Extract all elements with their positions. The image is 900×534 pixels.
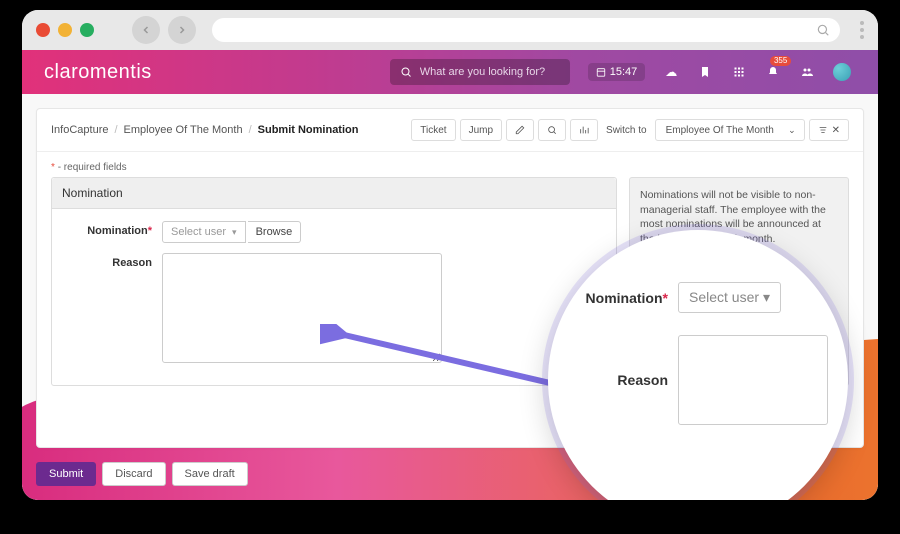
browser-toolbar — [22, 10, 878, 50]
crumb-leaf: Submit Nomination — [258, 124, 359, 136]
reason-textarea[interactable] — [162, 253, 442, 363]
search-icon — [400, 66, 412, 78]
chevron-down-icon: ▾ — [763, 289, 770, 305]
magnifier-reason-label: Reason — [562, 372, 668, 388]
nomination-form-card: Nomination Nomination* Select user ▾ Bro… — [51, 177, 617, 386]
window-close-dot[interactable] — [36, 23, 50, 37]
card-title: Nomination — [52, 178, 616, 209]
nomination-label: Nomination* — [62, 221, 162, 243]
url-bar[interactable] — [212, 18, 840, 42]
save-draft-button[interactable]: Save draft — [172, 462, 248, 486]
stats-button[interactable] — [570, 119, 598, 141]
discard-button[interactable]: Discard — [102, 462, 165, 486]
apps-icon[interactable] — [731, 64, 747, 80]
search-icon — [816, 23, 830, 37]
select-user-dropdown[interactable]: Select user ▾ — [162, 221, 246, 243]
ticket-button[interactable]: Ticket — [411, 119, 455, 141]
chevron-down-icon: ⌄ — [788, 125, 796, 136]
crumb-mid[interactable]: Employee Of The Month — [124, 124, 243, 136]
required-note: * - required fields — [37, 152, 863, 177]
chevron-down-icon: ▾ — [232, 227, 237, 238]
jump-button[interactable]: Jump — [460, 119, 502, 141]
header-search[interactable] — [390, 59, 570, 85]
logo: claromentis — [44, 61, 152, 84]
magnifier-select-user: Select user ▾ — [678, 282, 781, 313]
avatar[interactable] — [833, 63, 851, 81]
cloud-icon[interactable]: ☁ — [663, 64, 679, 80]
breadcrumb: InfoCapture / Employee Of The Month / Su… — [51, 124, 358, 136]
people-icon[interactable] — [799, 64, 815, 80]
notif-badge: 355 — [770, 56, 791, 66]
settings-button[interactable]: ✕ — [809, 119, 849, 141]
magnifier-nomination-label: Nomination* — [562, 290, 668, 306]
switch-to-label: Switch to — [602, 125, 651, 136]
switch-project-select[interactable]: Employee Of The Month⌄ — [655, 119, 805, 141]
forward-button[interactable] — [168, 16, 196, 44]
crumb-root[interactable]: InfoCapture — [51, 124, 108, 136]
calendar-icon — [596, 67, 606, 77]
window-maximize-dot[interactable] — [80, 23, 94, 37]
edit-button[interactable] — [506, 119, 534, 141]
bookmark-icon[interactable] — [697, 64, 713, 80]
search-button[interactable] — [538, 119, 566, 141]
app-header: claromentis 15:47 ☁ 355 — [22, 50, 878, 94]
browse-button[interactable]: Browse — [248, 221, 302, 243]
reason-label: Reason — [62, 253, 162, 363]
panel-toolbar: Ticket Jump Switch to Employee Of The Mo… — [411, 119, 849, 141]
bell-icon[interactable]: 355 — [765, 64, 781, 80]
clock: 15:47 — [588, 63, 646, 81]
header-search-input[interactable] — [420, 66, 560, 78]
magnifier-reason-box — [678, 335, 828, 425]
browser-menu-icon[interactable] — [860, 21, 864, 39]
window-minimize-dot[interactable] — [58, 23, 72, 37]
submit-button[interactable]: Submit — [36, 462, 96, 486]
back-button[interactable] — [132, 16, 160, 44]
